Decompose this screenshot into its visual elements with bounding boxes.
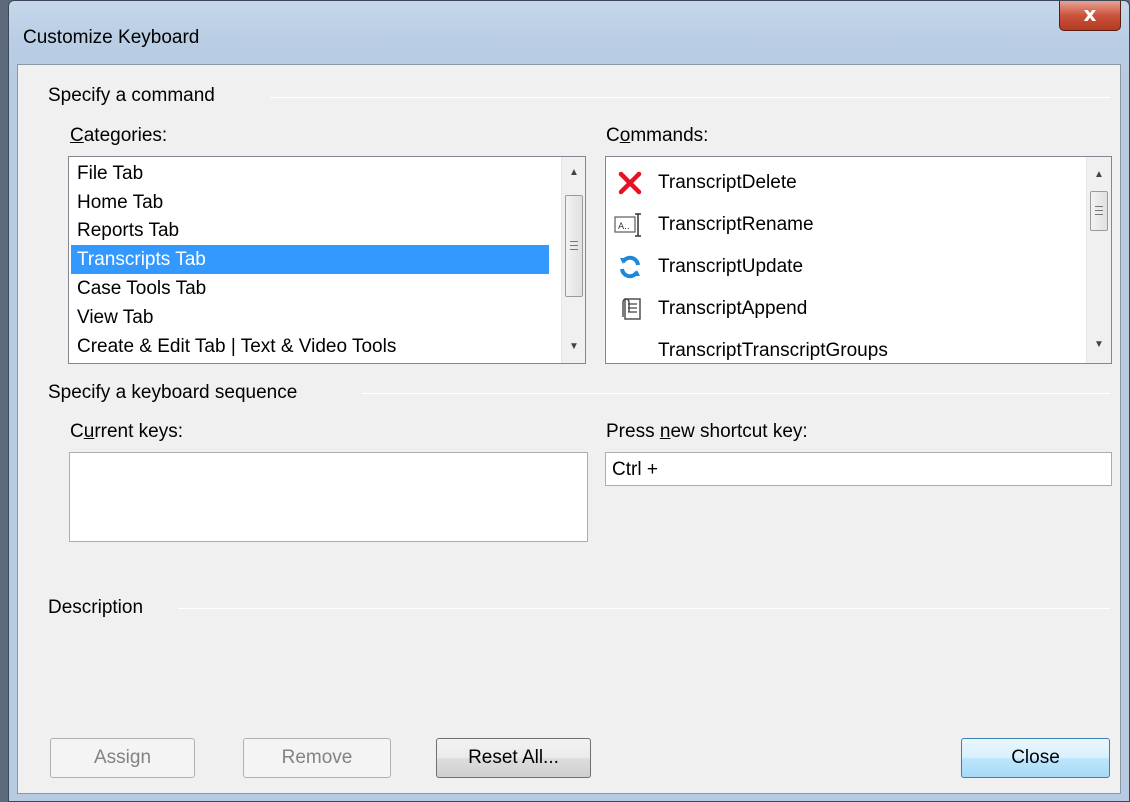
command-group-title: Specify a command: [48, 85, 215, 106]
category-item[interactable]: View Tab: [71, 303, 549, 332]
grip-icon: [1095, 206, 1103, 215]
categories-label: Categories:: [70, 125, 168, 146]
window-title: Customize Keyboard: [23, 27, 200, 48]
close-icon: x: [1083, 2, 1097, 26]
command-item[interactable]: TranscriptUpdate: [606, 246, 803, 288]
reset-all-button[interactable]: Reset All...: [436, 738, 591, 778]
scroll-down-arrow-icon[interactable]: ▼: [562, 335, 585, 359]
category-item[interactable]: Reports Tab: [71, 216, 549, 245]
commands-scrollbar[interactable]: ▲ ▼: [1086, 157, 1111, 363]
svg-text:A..: A..: [618, 222, 630, 232]
categories-listbox[interactable]: File Tab Home Tab Reports Tab Transcript…: [68, 156, 586, 364]
scroll-thumb[interactable]: [565, 195, 583, 297]
keyboard-group-title: Specify a keyboard sequence: [48, 382, 298, 403]
category-item[interactable]: Home Tab: [71, 188, 549, 217]
command-label: TranscriptTranscriptGroups: [658, 340, 888, 361]
command-item[interactable]: A.. TranscriptRename: [606, 204, 814, 246]
window-close-button[interactable]: x: [1059, 1, 1121, 31]
commands-listbox[interactable]: TranscriptDelete A.. TranscriptRename Tr…: [605, 156, 1112, 364]
group-divider: [362, 393, 1110, 394]
rename-icon: A..: [612, 210, 648, 240]
refresh-icon: [612, 252, 648, 282]
command-label: TranscriptDelete: [658, 172, 797, 193]
category-item[interactable]: Create & Edit Tab | Text & Video Tools: [71, 332, 549, 361]
assign-button[interactable]: Assign: [50, 738, 195, 778]
group-divider: [178, 608, 1110, 609]
command-label: TranscriptRename: [658, 214, 814, 235]
scroll-thumb[interactable]: [1090, 191, 1108, 231]
command-item[interactable]: TranscriptAppend: [606, 288, 807, 330]
scroll-down-arrow-icon[interactable]: ▼: [1087, 333, 1111, 357]
category-item[interactable]: File Tab: [71, 159, 549, 188]
new-shortcut-value: Ctrl +: [612, 459, 658, 480]
append-icon: [612, 294, 648, 324]
remove-button[interactable]: Remove: [243, 738, 391, 778]
command-item[interactable]: TranscriptTranscriptGroups: [606, 330, 888, 363]
grip-icon: [570, 241, 578, 250]
scroll-up-arrow-icon[interactable]: ▲: [1087, 163, 1111, 187]
new-shortcut-input[interactable]: Ctrl +: [605, 452, 1112, 486]
categories-scrollbar[interactable]: ▲ ▼: [561, 157, 585, 363]
group-divider: [270, 97, 1110, 98]
category-item-selected[interactable]: Transcripts Tab: [71, 245, 549, 274]
title-bar[interactable]: Customize Keyboard x: [9, 1, 1129, 71]
dialog-client-area: Specify a command Categories: Commands: …: [17, 64, 1121, 794]
new-shortcut-label: Press new shortcut key:: [606, 421, 808, 442]
customize-keyboard-window: Customize Keyboard x Specify a command C…: [8, 0, 1130, 802]
commands-label: Commands:: [606, 125, 709, 146]
current-keys-list[interactable]: [69, 452, 588, 542]
category-item[interactable]: Case Tools Tab: [71, 274, 549, 303]
command-label: TranscriptUpdate: [658, 256, 804, 277]
command-item[interactable]: TranscriptDelete: [606, 162, 797, 204]
scroll-up-arrow-icon[interactable]: ▲: [562, 161, 585, 185]
current-keys-label: Current keys:: [70, 421, 184, 442]
description-group-title: Description: [48, 597, 144, 618]
delete-x-icon: [612, 168, 648, 198]
close-button[interactable]: Close: [961, 738, 1110, 778]
command-label: TranscriptAppend: [658, 298, 808, 319]
